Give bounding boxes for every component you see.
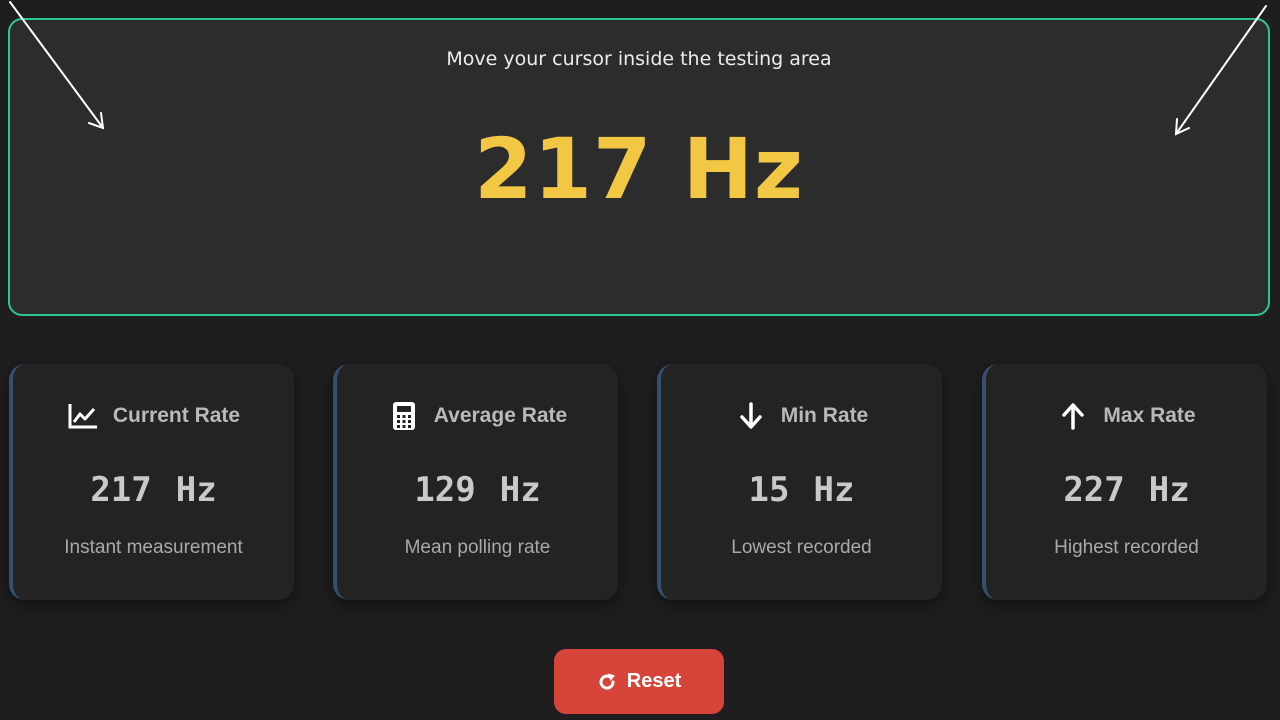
testing-instruction: Move your cursor inside the testing area xyxy=(446,48,832,70)
card-value: 217 Hz xyxy=(13,470,294,510)
card-value: 15 Hz xyxy=(661,470,942,510)
card-value-number: 15 xyxy=(748,470,790,510)
testing-area[interactable]: Move your cursor inside the testing area… xyxy=(8,18,1270,316)
reset-button[interactable]: Reset xyxy=(554,649,724,714)
polling-rate-page: Move your cursor inside the testing area… xyxy=(0,0,1280,720)
refresh-icon xyxy=(597,672,617,692)
card-value-unit: Hz xyxy=(813,470,855,510)
card-value: 129 Hz xyxy=(337,470,618,510)
line-chart-icon xyxy=(67,400,99,432)
average-rate-card: Average Rate 129 Hz Mean polling rate xyxy=(333,364,618,600)
card-title: Max Rate xyxy=(1103,404,1196,427)
card-value-unit: Hz xyxy=(499,470,541,510)
card-header: Current Rate xyxy=(13,400,294,432)
arrow-up-icon xyxy=(1057,400,1089,432)
card-title: Min Rate xyxy=(780,404,869,427)
calculator-icon xyxy=(388,400,420,432)
arrow-down-icon xyxy=(735,400,767,432)
card-header: Min Rate xyxy=(661,400,942,432)
card-description: Highest recorded xyxy=(1054,537,1199,558)
card-title: Average Rate xyxy=(433,404,568,427)
card-value-unit: Hz xyxy=(175,470,217,510)
card-header: Average Rate xyxy=(337,400,618,432)
card-value: 227 Hz xyxy=(986,470,1267,510)
max-rate-card: Max Rate 227 Hz Highest recorded xyxy=(982,364,1267,600)
min-rate-card: Min Rate 15 Hz Lowest recorded xyxy=(657,364,942,600)
card-description: Instant measurement xyxy=(64,537,243,558)
card-description: Mean polling rate xyxy=(404,537,551,558)
card-title: Current Rate xyxy=(112,404,241,427)
card-header: Max Rate xyxy=(986,400,1267,432)
current-rate-display: 217 Hz xyxy=(474,120,804,218)
card-value-number: 227 xyxy=(1063,470,1125,510)
card-value-number: 217 xyxy=(90,470,152,510)
card-description: Lowest recorded xyxy=(731,537,872,558)
current-rate-card: Current Rate 217 Hz Instant measurement xyxy=(9,364,294,600)
card-value-number: 129 xyxy=(414,470,476,510)
reset-label: Reset xyxy=(626,670,682,692)
card-value-unit: Hz xyxy=(1148,470,1190,510)
